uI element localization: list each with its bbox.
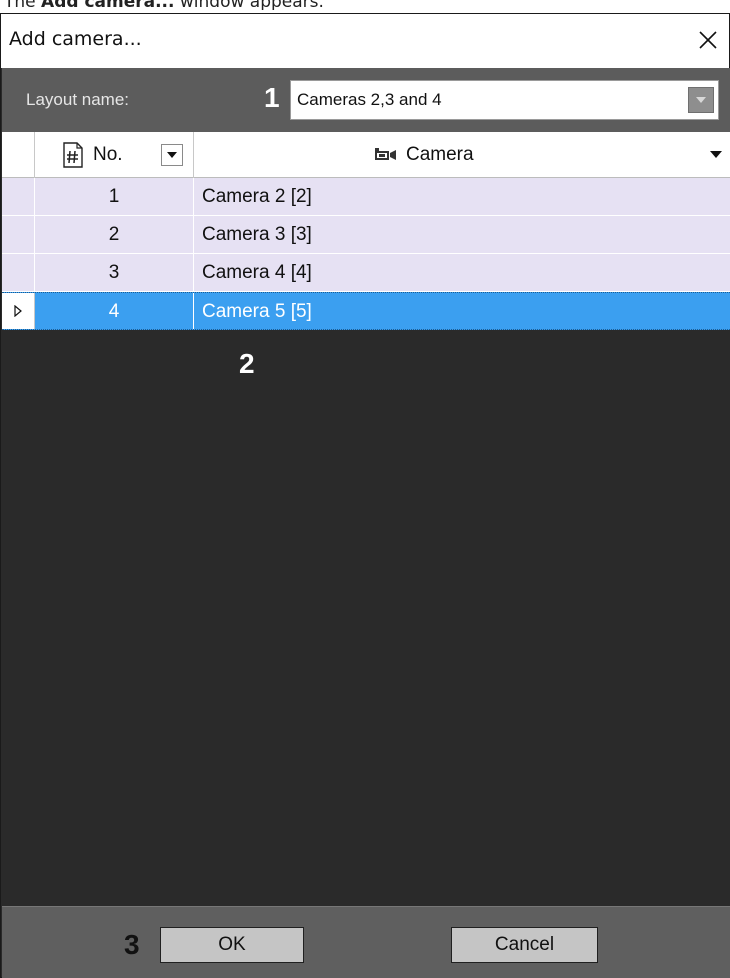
- row-indicator: [2, 254, 35, 291]
- close-icon: [699, 31, 717, 49]
- title-bar: Add camera...: [1, 14, 729, 68]
- row-indicator-header: [2, 132, 35, 178]
- row-no-cell: 3: [35, 254, 194, 291]
- close-button[interactable]: [691, 22, 725, 58]
- layout-name-row: Layout name: 1 Cameras 2,3 and 4: [2, 68, 730, 132]
- ok-button[interactable]: OK: [160, 927, 304, 963]
- camera-icon: [375, 148, 396, 160]
- table-row[interactable]: 3 Camera 4 [4]: [2, 254, 730, 292]
- column-header-no[interactable]: No.: [35, 132, 194, 178]
- table-row[interactable]: 1 Camera 2 [2]: [2, 178, 730, 216]
- row-camera-cell: Camera 4 [4]: [202, 262, 312, 283]
- row-indicator: [2, 178, 35, 215]
- column-no-label: No.: [93, 144, 123, 165]
- add-camera-dialog: Add camera... Layout name: 1 Cameras 2,3…: [0, 13, 730, 978]
- grid-header: No. Camera: [2, 132, 730, 178]
- column-header-camera[interactable]: Camera: [194, 132, 730, 178]
- row-indicator: [2, 216, 35, 253]
- hash-document-icon: [63, 142, 83, 168]
- table-row-selected[interactable]: 4 Camera 5 [5]: [2, 292, 730, 330]
- dialog-footer: 3 OK Cancel: [2, 906, 730, 978]
- row-camera-cell: Camera 5 [5]: [202, 301, 312, 322]
- layout-dropdown-button[interactable]: [688, 87, 714, 113]
- layout-name-label: Layout name:: [26, 90, 130, 109]
- layout-name-field[interactable]: Cameras 2,3 and 4: [290, 80, 719, 120]
- row-camera-cell: Camera 2 [2]: [202, 186, 312, 207]
- row-pointer-icon: [14, 305, 22, 317]
- callout-1: 1: [264, 82, 280, 113]
- row-no-cell: 4: [35, 293, 194, 329]
- caption-prefix: The: [4, 0, 42, 10]
- doc-caption: The Add camera... window appears.: [4, 0, 324, 10]
- row-no-cell: 1: [35, 178, 194, 215]
- callout-2: 2: [239, 348, 255, 379]
- no-column-filter-button[interactable]: [161, 144, 183, 166]
- caption-bold: Add camera...: [41, 0, 175, 10]
- chevron-down-icon: [696, 97, 706, 103]
- chevron-down-icon[interactable]: [710, 151, 722, 159]
- layout-name-value: Cameras 2,3 and 4: [297, 90, 442, 109]
- caption-suffix: window appears.: [174, 0, 324, 10]
- camera-grid: No. Camera 1 Camera 2 [2] 2 Camera 3 [3]…: [2, 132, 730, 906]
- callout-3: 3: [124, 929, 140, 960]
- table-row[interactable]: 2 Camera 3 [3]: [2, 216, 730, 254]
- chevron-down-icon: [167, 151, 177, 158]
- row-camera-cell: Camera 3 [3]: [202, 224, 312, 245]
- window-title: Add camera...: [9, 28, 142, 50]
- column-camera-label: Camera: [406, 144, 474, 165]
- cancel-button[interactable]: Cancel: [451, 927, 598, 963]
- row-no-cell: 2: [35, 216, 194, 253]
- row-indicator: [2, 293, 35, 329]
